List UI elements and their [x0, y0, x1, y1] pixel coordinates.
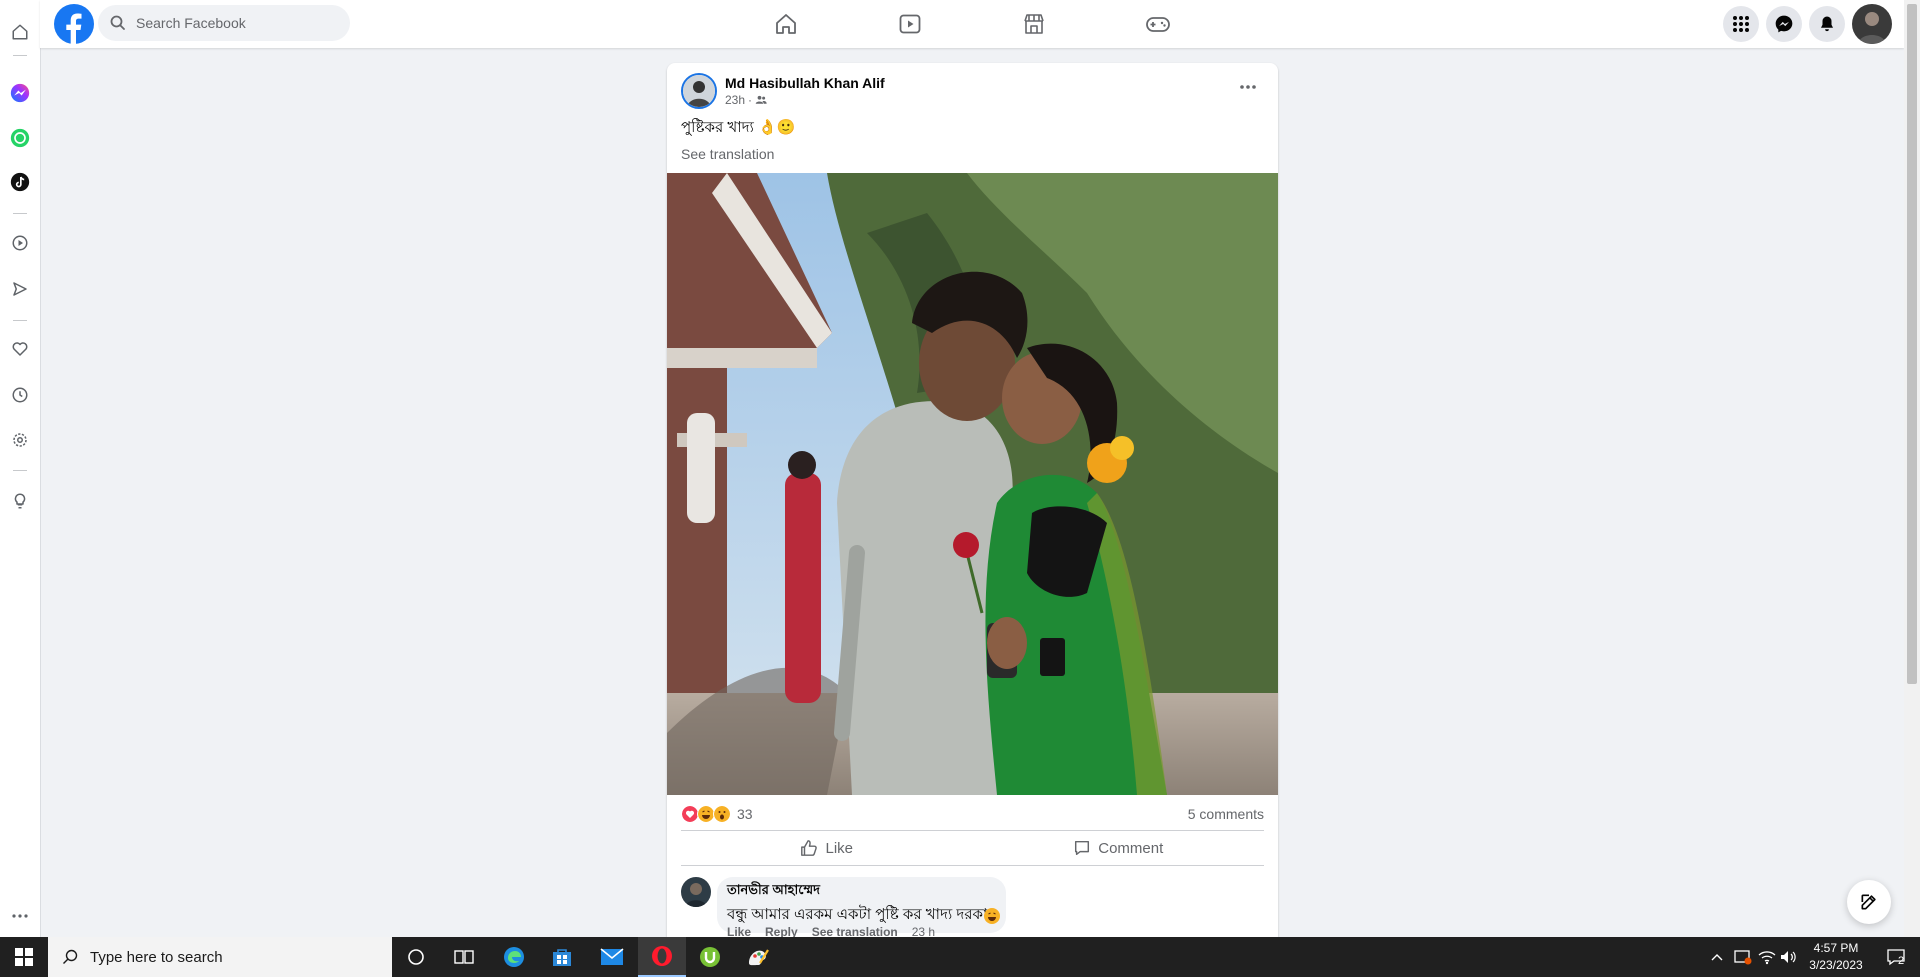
comment-icon [1075, 840, 1090, 856]
comment-button[interactable]: Comment [973, 831, 1265, 865]
thumbs-up-icon [801, 840, 818, 856]
nav-gaming-icon[interactable] [1144, 10, 1172, 38]
browser-sidebar [0, 0, 41, 937]
comment-item: তানভীর আহাম্মেদ বন্ধু আমার এরকম একটা পুষ… [681, 877, 1264, 937]
cortana-icon[interactable] [392, 937, 440, 977]
clock-date: 3/23/2023 [1809, 958, 1863, 972]
comment-translate-link[interactable]: See translation [812, 925, 898, 937]
windows-logo-icon [15, 948, 33, 966]
wow-reaction-icon [713, 805, 731, 823]
like-label: Like [825, 839, 854, 857]
utorrent-icon[interactable] [686, 937, 734, 977]
volume-icon[interactable] [1778, 937, 1798, 977]
taskbar-search-placeholder: Type here to search [90, 948, 223, 966]
opera-icon[interactable] [638, 937, 686, 977]
action-center-button[interactable]: 2 [1878, 937, 1914, 977]
comment-time[interactable]: 23 h [912, 925, 935, 937]
post-options-button[interactable] [1232, 71, 1264, 103]
notifications-button[interactable] [1809, 6, 1845, 42]
lightbulb-icon[interactable] [10, 491, 30, 511]
store-icon[interactable] [538, 937, 586, 977]
search-icon [110, 15, 125, 30]
meta-separator: · [748, 93, 753, 107]
clock-time: 4:57 PM [1813, 941, 1859, 955]
facebook-logo-icon[interactable] [54, 4, 94, 44]
taskbar-search[interactable]: Type here to search [48, 937, 392, 977]
show-hidden-icons[interactable] [1707, 937, 1727, 977]
sidebar-divider [13, 55, 27, 56]
start-button[interactable] [0, 937, 48, 977]
post-time[interactable]: 23h [725, 93, 745, 107]
grid-icon [1733, 16, 1749, 32]
more-horizontal-icon [1240, 85, 1256, 89]
notification-count: 2 [1898, 955, 1905, 967]
post-text: পুষ্টিকর খাদ্য 👌🙂 [681, 119, 796, 136]
post-photo[interactable] [667, 173, 1278, 795]
page-scrollbar[interactable] [1904, 0, 1920, 937]
facebook-header [40, 0, 1904, 48]
friends-icon [755, 95, 767, 104]
speed-dial-icon[interactable] [10, 22, 30, 42]
more-options-icon[interactable] [10, 906, 30, 926]
comment-actions: Like Reply See translation 23 h [727, 925, 935, 937]
bell-icon [1821, 16, 1833, 32]
sidebar-divider [13, 470, 27, 471]
settings-icon[interactable] [10, 430, 30, 450]
tiktok-icon[interactable] [10, 172, 30, 192]
paint-app-icon[interactable] [734, 937, 782, 977]
task-view-icon[interactable] [440, 937, 488, 977]
mail-icon[interactable] [588, 937, 636, 977]
search-bar[interactable] [98, 5, 350, 41]
commenter-avatar[interactable] [681, 877, 711, 907]
post-action-bar: Like Comment [681, 830, 1264, 866]
commenter-name[interactable]: তানভীর আহাম্মেদ [727, 881, 996, 902]
edge-icon[interactable] [490, 937, 538, 977]
comment-like-link[interactable]: Like [727, 925, 751, 937]
comment-reply-link[interactable]: Reply [765, 925, 798, 937]
account-avatar[interactable] [1852, 4, 1892, 44]
nav-marketplace-icon[interactable] [1020, 10, 1048, 38]
player-icon[interactable] [10, 233, 30, 253]
taskbar-search-icon [63, 949, 78, 964]
history-icon[interactable] [10, 385, 30, 405]
scrollbar-thumb[interactable] [1907, 4, 1917, 684]
compose-icon [1861, 894, 1876, 910]
send-icon[interactable] [10, 279, 30, 299]
reactions-summary[interactable]: 33 [681, 805, 753, 823]
windows-taskbar: Type here to search 4:57 PM 3/23/2023 2 [0, 937, 1920, 977]
wifi-icon[interactable] [1756, 937, 1778, 977]
nav-home-icon[interactable] [772, 10, 800, 38]
comment-haha-reaction-icon[interactable] [984, 908, 1000, 924]
whatsapp-icon[interactable] [10, 128, 30, 148]
heart-icon[interactable] [10, 339, 30, 359]
like-button[interactable]: Like [681, 831, 973, 865]
sidebar-divider [13, 213, 27, 214]
post-meta: 23h · [725, 93, 767, 107]
post-author-avatar[interactable] [681, 73, 717, 109]
taskbar-clock[interactable]: 4:57 PM 3/23/2023 [1796, 940, 1876, 974]
messenger-icon[interactable] [10, 83, 30, 103]
post-card: Md Hasibullah Khan Alif 23h · পুষ্টিকর খ… [667, 63, 1278, 937]
post-author-name[interactable]: Md Hasibullah Khan Alif [725, 75, 885, 91]
messenger-button[interactable] [1766, 6, 1802, 42]
see-translation-link[interactable]: See translation [681, 146, 774, 162]
messenger-icon [1775, 15, 1793, 33]
sidebar-divider [13, 320, 27, 321]
comments-count[interactable]: 5 comments [1188, 806, 1264, 822]
security-tray-icon[interactable] [1732, 937, 1754, 977]
new-message-button[interactable] [1847, 880, 1891, 924]
reaction-count[interactable]: 33 [737, 806, 753, 822]
nav-watch-icon[interactable] [896, 10, 924, 38]
search-input[interactable] [134, 14, 348, 32]
menu-grid-button[interactable] [1723, 6, 1759, 42]
comment-label: Comment [1098, 839, 1164, 857]
